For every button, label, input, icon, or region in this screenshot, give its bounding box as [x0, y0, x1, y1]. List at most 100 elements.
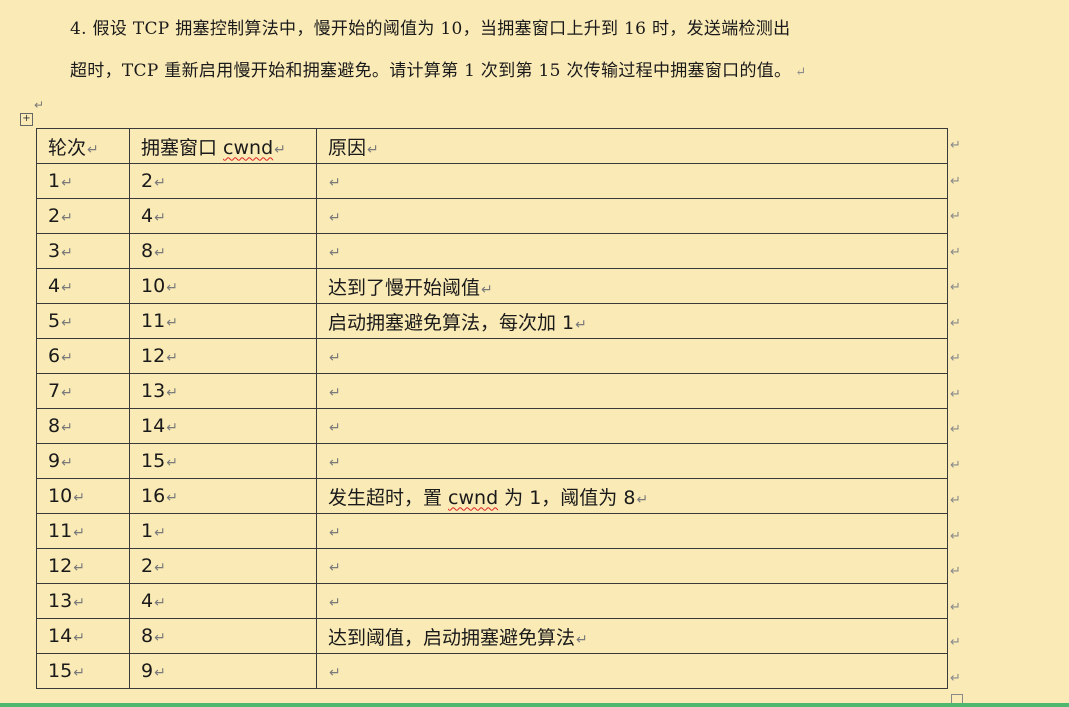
cell-reason-text: 达到阈值，启动拥塞避免算法	[328, 626, 576, 649]
cell-reason[interactable]: 发生超时，置 cwnd 为 1，阈值为 8↵	[316, 478, 948, 514]
cell-round[interactable]: 1↵	[36, 163, 130, 199]
cell-cwnd[interactable]: 4↵	[129, 198, 317, 234]
cell-reason[interactable]: 启动拥塞避免算法，每次加 1↵	[316, 303, 948, 339]
cell-cwnd[interactable]: 8↵	[129, 233, 317, 269]
cell-round-text: 14	[48, 625, 73, 647]
cell-cwnd-text: 13	[141, 380, 166, 402]
cell-round[interactable]: 2↵	[36, 198, 130, 234]
row-end-mark-icon: ↵	[950, 138, 961, 153]
cell-round[interactable]: 12↵	[36, 548, 130, 584]
cell-mark-icon: ↵	[61, 175, 73, 191]
cell-mark-icon: ↵	[329, 665, 341, 681]
question-line-2: 超时，TCP 重新启用慢开始和拥塞避免。请计算第 1 次到第 15 次传输过程中…	[70, 50, 990, 94]
cell-reason-text: 达到了慢开始阈值	[328, 276, 481, 299]
cell-mark-icon: ↵	[61, 245, 73, 261]
cell-round-text: 5	[48, 310, 61, 332]
cell-mark-icon: ↵	[73, 595, 85, 611]
header-cell-reason[interactable]: 原因↵	[316, 128, 948, 164]
cell-reason[interactable]: ↵	[316, 513, 948, 549]
cell-mark-icon: ↵	[154, 560, 166, 576]
table-row: 3↵ 8↵ ↵	[36, 233, 948, 269]
table-row: 2↵ 4↵ ↵	[36, 198, 948, 234]
cell-mark-icon: ↵	[329, 175, 341, 191]
cell-round[interactable]: 5↵	[36, 303, 130, 339]
cell-reason[interactable]: ↵	[316, 653, 948, 689]
cell-cwnd-text: 14	[141, 415, 166, 437]
cell-cwnd[interactable]: 13↵	[129, 373, 317, 409]
cell-reason[interactable]: ↵	[316, 548, 948, 584]
cell-reason-text: 发生超时，置 cwnd 为 1，阈值为 8	[328, 486, 636, 509]
cell-cwnd[interactable]: 11↵	[129, 303, 317, 339]
header-cell-cwnd[interactable]: 拥塞窗口 cwnd↵	[129, 128, 317, 164]
header-cell-round[interactable]: 轮次↵	[36, 128, 130, 164]
cell-mark-icon: ↵	[636, 491, 649, 508]
cell-mark-icon: ↵	[61, 315, 73, 331]
cell-cwnd[interactable]: 12↵	[129, 338, 317, 374]
cell-round[interactable]: 10↵	[36, 478, 130, 514]
table-row: 12↵ 2↵ ↵	[36, 548, 948, 584]
cell-round[interactable]: 4↵	[36, 268, 130, 304]
cell-cwnd-text: 9	[141, 660, 154, 682]
cell-mark-icon: ↵	[154, 175, 166, 191]
cell-round[interactable]: 13↵	[36, 583, 130, 619]
cell-cwnd[interactable]: 4↵	[129, 583, 317, 619]
row-end-mark-icon: ↵	[950, 209, 961, 224]
cell-cwnd[interactable]: 14↵	[129, 408, 317, 444]
cell-cwnd[interactable]: 1↵	[129, 513, 317, 549]
cell-cwnd-text: 1	[141, 520, 154, 542]
table-row: 7↵ 13↵ ↵	[36, 373, 948, 409]
cell-reason[interactable]: ↵	[316, 198, 948, 234]
cell-round-text: 8	[48, 415, 61, 437]
row-end-mark-icon: ↵	[950, 528, 961, 544]
cell-round-text: 4	[48, 275, 61, 297]
cell-reason[interactable]: 达到了慢开始阈值↵	[316, 268, 948, 304]
row-end-mark-icon: ↵	[950, 564, 961, 579]
cell-reason[interactable]: ↵	[316, 163, 948, 199]
cell-round[interactable]: 7↵	[36, 373, 130, 409]
cell-round-text: 1	[48, 170, 61, 192]
cell-cwnd[interactable]: 16↵	[129, 478, 317, 514]
cell-reason[interactable]: 达到阈值，启动拥塞避免算法↵	[316, 618, 948, 654]
cell-mark-icon: ↵	[329, 385, 341, 401]
cell-reason[interactable]: ↵	[316, 373, 948, 409]
cell-round[interactable]: 6↵	[36, 338, 130, 374]
cell-round[interactable]: 9↵	[36, 443, 130, 479]
table-row: 14↵ 8↵ 达到阈值，启动拥塞避免算法↵	[36, 618, 948, 654]
cell-reason[interactable]: ↵	[316, 443, 948, 479]
cell-cwnd[interactable]: 2↵	[129, 548, 317, 584]
cell-round-text: 6	[48, 345, 61, 367]
cell-cwnd[interactable]: 8↵	[129, 618, 317, 654]
cell-round[interactable]: 15↵	[36, 653, 130, 689]
cell-mark-icon: ↵	[73, 560, 85, 576]
cell-round[interactable]: 11↵	[36, 513, 130, 549]
row-end-mark-icon: ↵	[950, 280, 961, 295]
cell-cwnd[interactable]: 9↵	[129, 653, 317, 689]
row-end-mark-icon: ↵	[950, 670, 961, 686]
cell-cwnd[interactable]: 15↵	[129, 443, 317, 479]
cell-cwnd[interactable]: 10↵	[129, 268, 317, 304]
cell-mark-icon: ↵	[329, 420, 341, 436]
cell-mark-icon: ↵	[166, 315, 178, 331]
cell-cwnd[interactable]: 2↵	[129, 163, 317, 199]
row-end-mark-icon: ↵	[950, 493, 961, 508]
cell-mark-icon: ↵	[154, 210, 166, 226]
cell-mark-icon: ↵	[87, 141, 99, 158]
cell-reason[interactable]: ↵	[316, 408, 948, 444]
cell-round[interactable]: 8↵	[36, 408, 130, 444]
question-line-1-text: 4. 假设 TCP 拥塞控制算法中，慢开始的阈值为 10，当拥塞窗口上升到 16…	[70, 19, 791, 39]
table-move-handle-icon[interactable]: +	[20, 113, 33, 126]
header-reason-label: 原因	[328, 136, 367, 159]
cell-mark-icon: ↵	[73, 630, 85, 646]
cell-reason[interactable]: ↵	[316, 338, 948, 374]
cell-mark-icon: ↵	[329, 525, 341, 541]
cell-reason[interactable]: ↵	[316, 583, 948, 619]
table-row: 6↵ 12↵ ↵	[36, 338, 948, 374]
cell-round[interactable]: 3↵	[36, 233, 130, 269]
cell-round-text: 10	[48, 485, 73, 507]
cell-round-text: 13	[48, 590, 73, 612]
cell-cwnd-text: 11	[141, 310, 166, 332]
cell-round[interactable]: 14↵	[36, 618, 130, 654]
cell-reason[interactable]: ↵	[316, 233, 948, 269]
table-row: 13↵ 4↵ ↵	[36, 583, 948, 619]
table-row: 8↵ 14↵ ↵	[36, 408, 948, 444]
